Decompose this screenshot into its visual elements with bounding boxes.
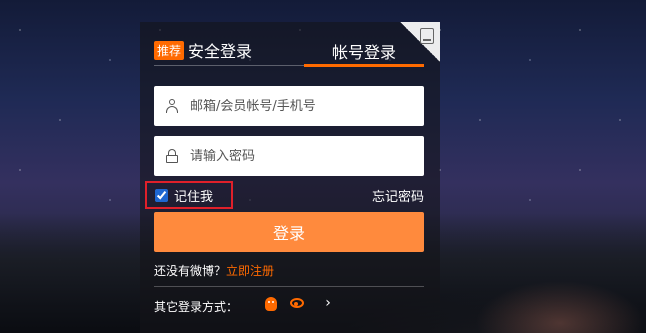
login-button[interactable]: 登录 (154, 212, 424, 252)
recommend-badge: 推荐 (154, 40, 185, 60)
login-tabs: 推荐 安全登录 帐号登录 (154, 36, 424, 67)
tab-safe-login[interactable]: 推荐 安全登录 (154, 36, 252, 64)
register-prompt: 还没有微博？立即注册 (154, 262, 274, 279)
user-icon-wrap (154, 99, 190, 113)
weibo-icon[interactable] (290, 296, 306, 310)
lock-icon-wrap (154, 149, 190, 163)
password-field[interactable] (154, 136, 424, 176)
register-prompt-text: 还没有微博？ (154, 264, 227, 278)
section-divider (154, 286, 424, 287)
forgot-password-link[interactable]: 忘记密码 (372, 186, 424, 205)
active-tab-indicator (304, 64, 424, 67)
remember-me-checkbox[interactable] (155, 188, 168, 202)
remember-me-highlight[interactable]: 记住我 (145, 181, 233, 209)
tab-safe-login-label: 安全登录 (188, 42, 253, 61)
qq-icon[interactable] (264, 296, 278, 312)
login-panel: 推荐 安全登录 帐号登录 记住我 忘记密码 登录 还没有微博？立即注册 其它登录… (140, 22, 440, 333)
username-input[interactable] (190, 98, 410, 114)
other-login-label: 其它登录方式： (154, 300, 239, 314)
user-icon (165, 99, 179, 113)
more-icon[interactable]: › (322, 295, 334, 311)
register-link[interactable]: 立即注册 (226, 264, 274, 278)
lock-icon (166, 149, 178, 163)
remember-me-label: 记住我 (174, 189, 214, 205)
tab-account-login[interactable]: 帐号登录 (304, 36, 424, 66)
password-input[interactable] (190, 148, 410, 164)
username-field[interactable] (154, 86, 424, 126)
